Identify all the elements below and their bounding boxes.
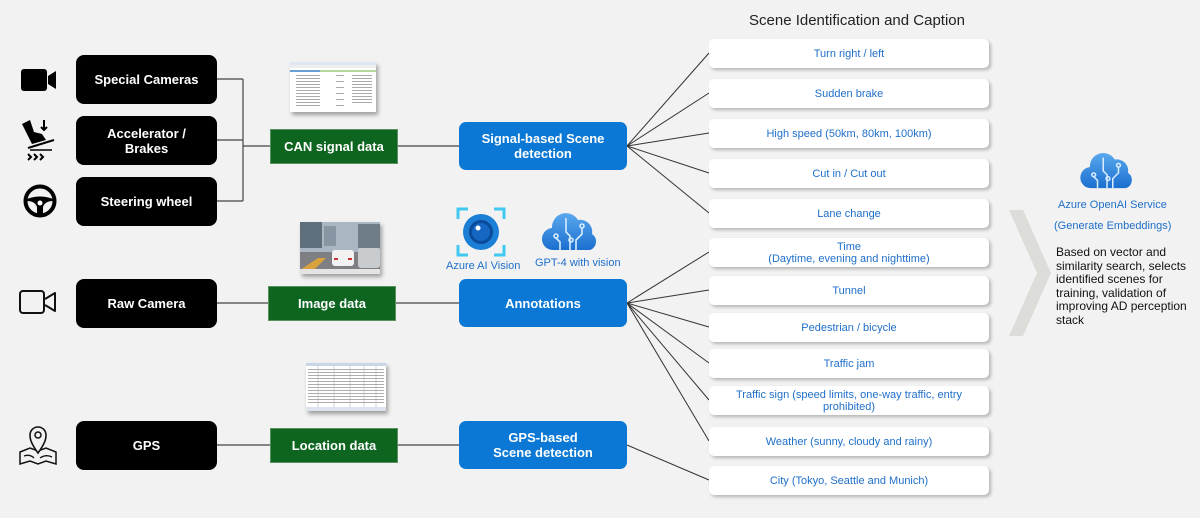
scene-label: Traffic sign (speed limits, one-way traf… <box>736 388 962 413</box>
scene-label: Pedestrian / bicycle <box>801 321 897 334</box>
scene-item: Traffic sign (speed limits, one-way traf… <box>709 386 989 415</box>
connector <box>626 302 710 401</box>
detection-label: Signal-based Scene detection <box>481 131 605 161</box>
source-steering-wheel: Steering wheel <box>76 177 217 226</box>
eye-lens-icon <box>456 207 506 257</box>
azure-openai-cloud-icon <box>1080 153 1132 189</box>
connector <box>626 145 710 174</box>
detection-label: GPS-based Scene detection <box>493 430 593 460</box>
connector <box>626 302 710 442</box>
gpt4-vision-label: GPT-4 with vision <box>535 257 621 269</box>
cloud-circuit-icon <box>542 213 596 251</box>
scene-item: Weather (sunny, cloudy and rainy) <box>709 427 989 456</box>
scene-item: Cut in / Cut out <box>709 159 989 188</box>
connector <box>626 132 710 147</box>
steering-wheel-icon <box>23 184 57 218</box>
map-pin-icon <box>19 426 57 466</box>
video-camera-icon <box>21 69 56 91</box>
source-accelerator-brakes: Accelerator / Brakes <box>76 116 217 165</box>
data-can-signal: CAN signal data <box>270 129 398 164</box>
scene-label: Turn right / left <box>813 47 885 60</box>
data-label: Image data <box>298 296 366 311</box>
source-label: GPS <box>132 438 161 453</box>
scene-item: Time (Daytime, evening and nighttime) <box>709 238 989 267</box>
scene-item: Lane change <box>709 199 989 228</box>
scene-label: Lane change <box>817 207 881 220</box>
generate-embeddings-label: (Generate Embeddings) <box>1054 220 1172 232</box>
scene-item: Turn right / left <box>709 39 989 68</box>
azure-openai-service-label: Azure OpenAI Service <box>1058 199 1167 211</box>
connector <box>626 92 710 147</box>
video-camera-outline-icon <box>19 290 56 314</box>
connector <box>626 145 710 214</box>
connector <box>626 289 710 304</box>
scene-item: Sudden brake <box>709 79 989 108</box>
scene-label: Tunnel <box>832 284 866 297</box>
scene-item: City (Tokyo, Seattle and Munich) <box>709 466 989 495</box>
scene-label: Sudden brake <box>814 87 884 100</box>
scene-item: Traffic jam <box>709 349 989 378</box>
connector <box>626 52 710 147</box>
azure-ai-vision-label: Azure AI Vision <box>446 260 521 272</box>
connector <box>626 251 710 304</box>
pedal-icon <box>22 120 55 161</box>
output-description: Based on vector and similarity search, s… <box>1056 245 1187 327</box>
source-label: Steering wheel <box>100 194 193 209</box>
data-label: CAN signal data <box>284 139 384 154</box>
data-image: Image data <box>268 286 396 321</box>
source-label: Special Cameras <box>94 72 199 87</box>
source-label: Raw Camera <box>107 296 186 311</box>
annotations: Annotations <box>459 279 627 327</box>
source-special-cameras: Special Cameras <box>76 55 217 104</box>
data-label: Location data <box>291 438 377 453</box>
scene-label: Traffic jam <box>823 357 875 370</box>
scene-label: City (Tokyo, Seattle and Munich) <box>769 474 929 487</box>
scene-item: Pedestrian / bicycle <box>709 313 989 342</box>
scene-item: Tunnel <box>709 276 989 305</box>
scene-label: Weather (sunny, cloudy and rainy) <box>765 435 933 448</box>
source-raw-camera: Raw Camera <box>76 279 217 328</box>
source-label: Accelerator / Brakes <box>107 125 186 156</box>
scene-label: High speed (50km, 80km, 100km) <box>766 127 932 140</box>
scene-label: Time (Daytime, evening and nighttime) <box>768 240 930 265</box>
gps-based-scene-detection: GPS-based Scene detection <box>459 421 627 469</box>
data-location: Location data <box>270 428 398 463</box>
connector <box>626 444 710 481</box>
detection-label: Annotations <box>505 295 581 311</box>
spreadsheet-thumbnail <box>290 62 376 112</box>
connector <box>626 302 710 328</box>
section-heading: Scene Identification and Caption <box>749 12 965 29</box>
connector <box>626 302 710 364</box>
signal-based-scene-detection: Signal-based Scene detection <box>459 122 627 170</box>
scene-item: High speed (50km, 80km, 100km) <box>709 119 989 148</box>
source-gps: GPS <box>76 421 217 470</box>
chevron-right-icon <box>1009 210 1051 336</box>
scene-label: Cut in / Cut out <box>812 167 886 180</box>
road-photo-thumbnail <box>300 222 380 274</box>
table-thumbnail <box>306 363 386 411</box>
